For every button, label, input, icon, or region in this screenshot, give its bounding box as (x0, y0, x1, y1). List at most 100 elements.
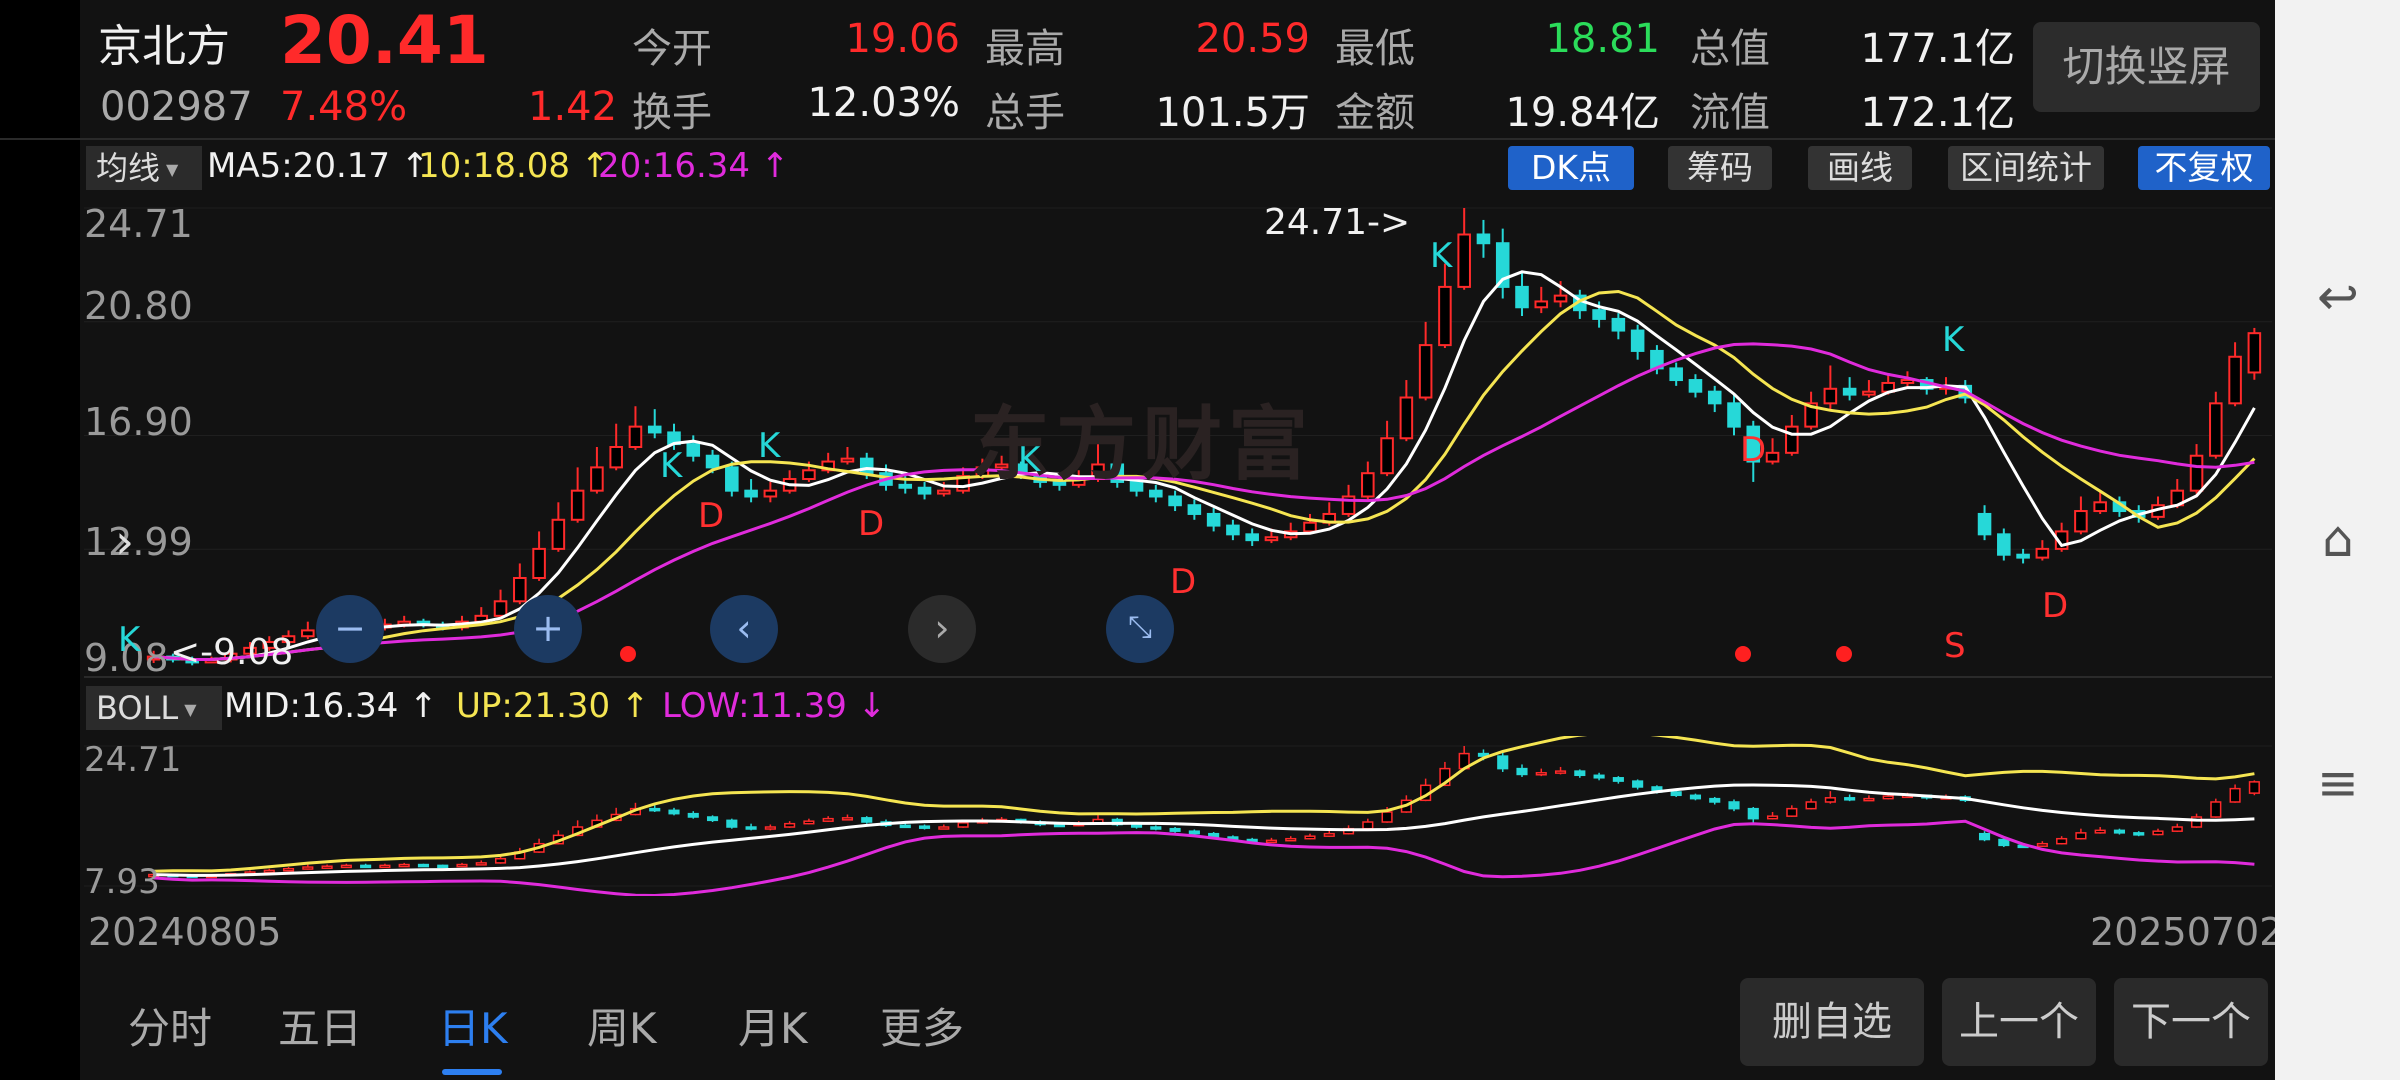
candle-body (647, 425, 662, 434)
boll-candle-body (1747, 807, 1759, 820)
signal-d: D (858, 504, 885, 544)
active-tab-indicator (442, 1069, 502, 1075)
draw-line-button[interactable]: 画线 (1808, 146, 1912, 190)
end-date: 20250702 (2090, 910, 2284, 954)
boll-candle-body (1882, 795, 1894, 800)
candle-body (1361, 472, 1375, 498)
signal-dot (1836, 646, 1852, 662)
collapse-icon[interactable]: ⤡ (1106, 595, 1174, 663)
boll-candle-body (1824, 797, 1836, 803)
boll-candle-body (1150, 826, 1162, 830)
zoom-in-icon[interactable]: + (514, 595, 582, 663)
stat-label-amount: 金额 (1335, 90, 1415, 136)
candle-body (2093, 501, 2107, 513)
candle-body (513, 576, 527, 603)
candle-body (2035, 547, 2050, 559)
candle-body (1785, 425, 1799, 454)
boll-candle-body (2133, 832, 2145, 836)
candle-body (1630, 329, 1645, 352)
indicator-select-ma-label: 均线 (96, 149, 161, 187)
boll-candle-body (726, 819, 738, 828)
boll-candle-body (2113, 829, 2126, 834)
boll-candle-body (1612, 777, 1624, 782)
signal-d: D (698, 496, 725, 536)
stat-label-low: 最低 (1335, 26, 1415, 72)
previous-stock-button[interactable]: 上一个 (1942, 978, 2096, 1066)
candle-body (859, 457, 874, 475)
boll-candle-body (706, 816, 719, 822)
indicator-select-boll[interactable]: BOLL ▼ (86, 686, 222, 730)
tab-intraday[interactable]: 分时 (128, 995, 212, 1056)
tab-weekly-k[interactable]: 周K (587, 995, 657, 1056)
boll-candle-body (918, 825, 931, 829)
boll-candle-body (2056, 837, 2068, 845)
signal-k: K (1430, 236, 1453, 276)
stat-label-open: 今开 (632, 26, 712, 72)
candle-body (898, 483, 913, 489)
stat-value-high: 20.59 (1195, 16, 1310, 62)
stat-value-total-value: 177.1亿 (1860, 26, 2015, 72)
candle-body (744, 489, 758, 498)
boll-candle-body (1593, 774, 1605, 779)
candle-body (1842, 387, 1857, 396)
back-icon[interactable]: ↩ (2305, 264, 2371, 330)
boll-up-line (153, 736, 2255, 873)
ma5-value: MA5:20.17 ↑ (207, 146, 430, 186)
boll-candle-body (899, 824, 911, 829)
y-axis-label: 12.99 (84, 520, 193, 564)
boll-candle-body (938, 826, 950, 830)
scroll-right-icon[interactable]: › (908, 595, 976, 663)
zoom-out-icon[interactable]: − (316, 595, 384, 663)
boll-candle-body (1844, 797, 1856, 801)
tab-more[interactable]: 更多 (880, 995, 964, 1056)
boll-candle-body (668, 809, 680, 815)
candle-body (1823, 387, 1838, 405)
candle-body (551, 518, 566, 550)
signal-dot (620, 646, 636, 662)
switch-portrait-button[interactable]: 切换竖屏 (2033, 22, 2260, 112)
boll-candle-body (1265, 839, 1278, 844)
no-adjust-button[interactable]: 不复权 (2138, 146, 2270, 190)
candle-body (1476, 233, 1491, 245)
signal-k: K (118, 620, 141, 660)
next-stock-button[interactable]: 下一个 (2114, 978, 2268, 1066)
candle-body (570, 489, 585, 521)
candle-body (686, 443, 701, 457)
sub-y-axis-label: 24.71 (84, 740, 182, 780)
stat-label-turnover: 换手 (632, 90, 712, 136)
chip-distribution-button[interactable]: 筹码 (1668, 146, 1772, 190)
low-price-marker: <-9.08 (170, 632, 294, 673)
candle-body (532, 547, 546, 579)
boll-chart[interactable] (84, 736, 2272, 896)
stock-code: 002987 (100, 84, 253, 130)
candle-body (2209, 402, 2223, 457)
boll-candle-body (2075, 832, 2087, 840)
menu-icon[interactable]: ≡ (2305, 750, 2371, 816)
candle-body (763, 489, 778, 498)
dk-point-button[interactable]: DK点 (1508, 146, 1634, 190)
remove-watchlist-button[interactable]: 删自选 (1740, 978, 1924, 1066)
tab-monthly-k[interactable]: 月K (738, 995, 808, 1056)
candle-body (1206, 512, 1221, 527)
candle-body (917, 486, 932, 495)
stat-label-float-value: 流值 (1690, 90, 1770, 136)
boll-candle-body (1053, 823, 1066, 828)
boll-mid-value: MID:16.34 ↑ (224, 686, 438, 726)
boll-candle-body (282, 867, 295, 872)
stat-value-float-value: 172.1亿 (1860, 90, 2015, 136)
tab-daily-k[interactable]: 日K (438, 995, 508, 1056)
tab-five-day[interactable]: 五日 (278, 995, 362, 1056)
scroll-left-icon[interactable]: ‹ (710, 595, 778, 663)
home-icon[interactable]: ⌂ (2305, 506, 2371, 572)
expand-left-icon[interactable]: › (115, 514, 134, 570)
start-date: 20240805 (88, 910, 282, 954)
boll-candle-body (2152, 830, 2164, 836)
indicator-select-ma[interactable]: 均线 ▼ (86, 146, 202, 190)
boll-candle-body (2229, 787, 2241, 803)
interval-stats-button[interactable]: 区间统计 (1948, 146, 2104, 190)
boll-candle-body (379, 864, 391, 869)
stat-value-low: 18.81 (1545, 16, 1660, 62)
boll-candle-body (1728, 801, 1740, 810)
boll-candle-body (475, 862, 487, 866)
boll-mid-line (153, 783, 2255, 877)
